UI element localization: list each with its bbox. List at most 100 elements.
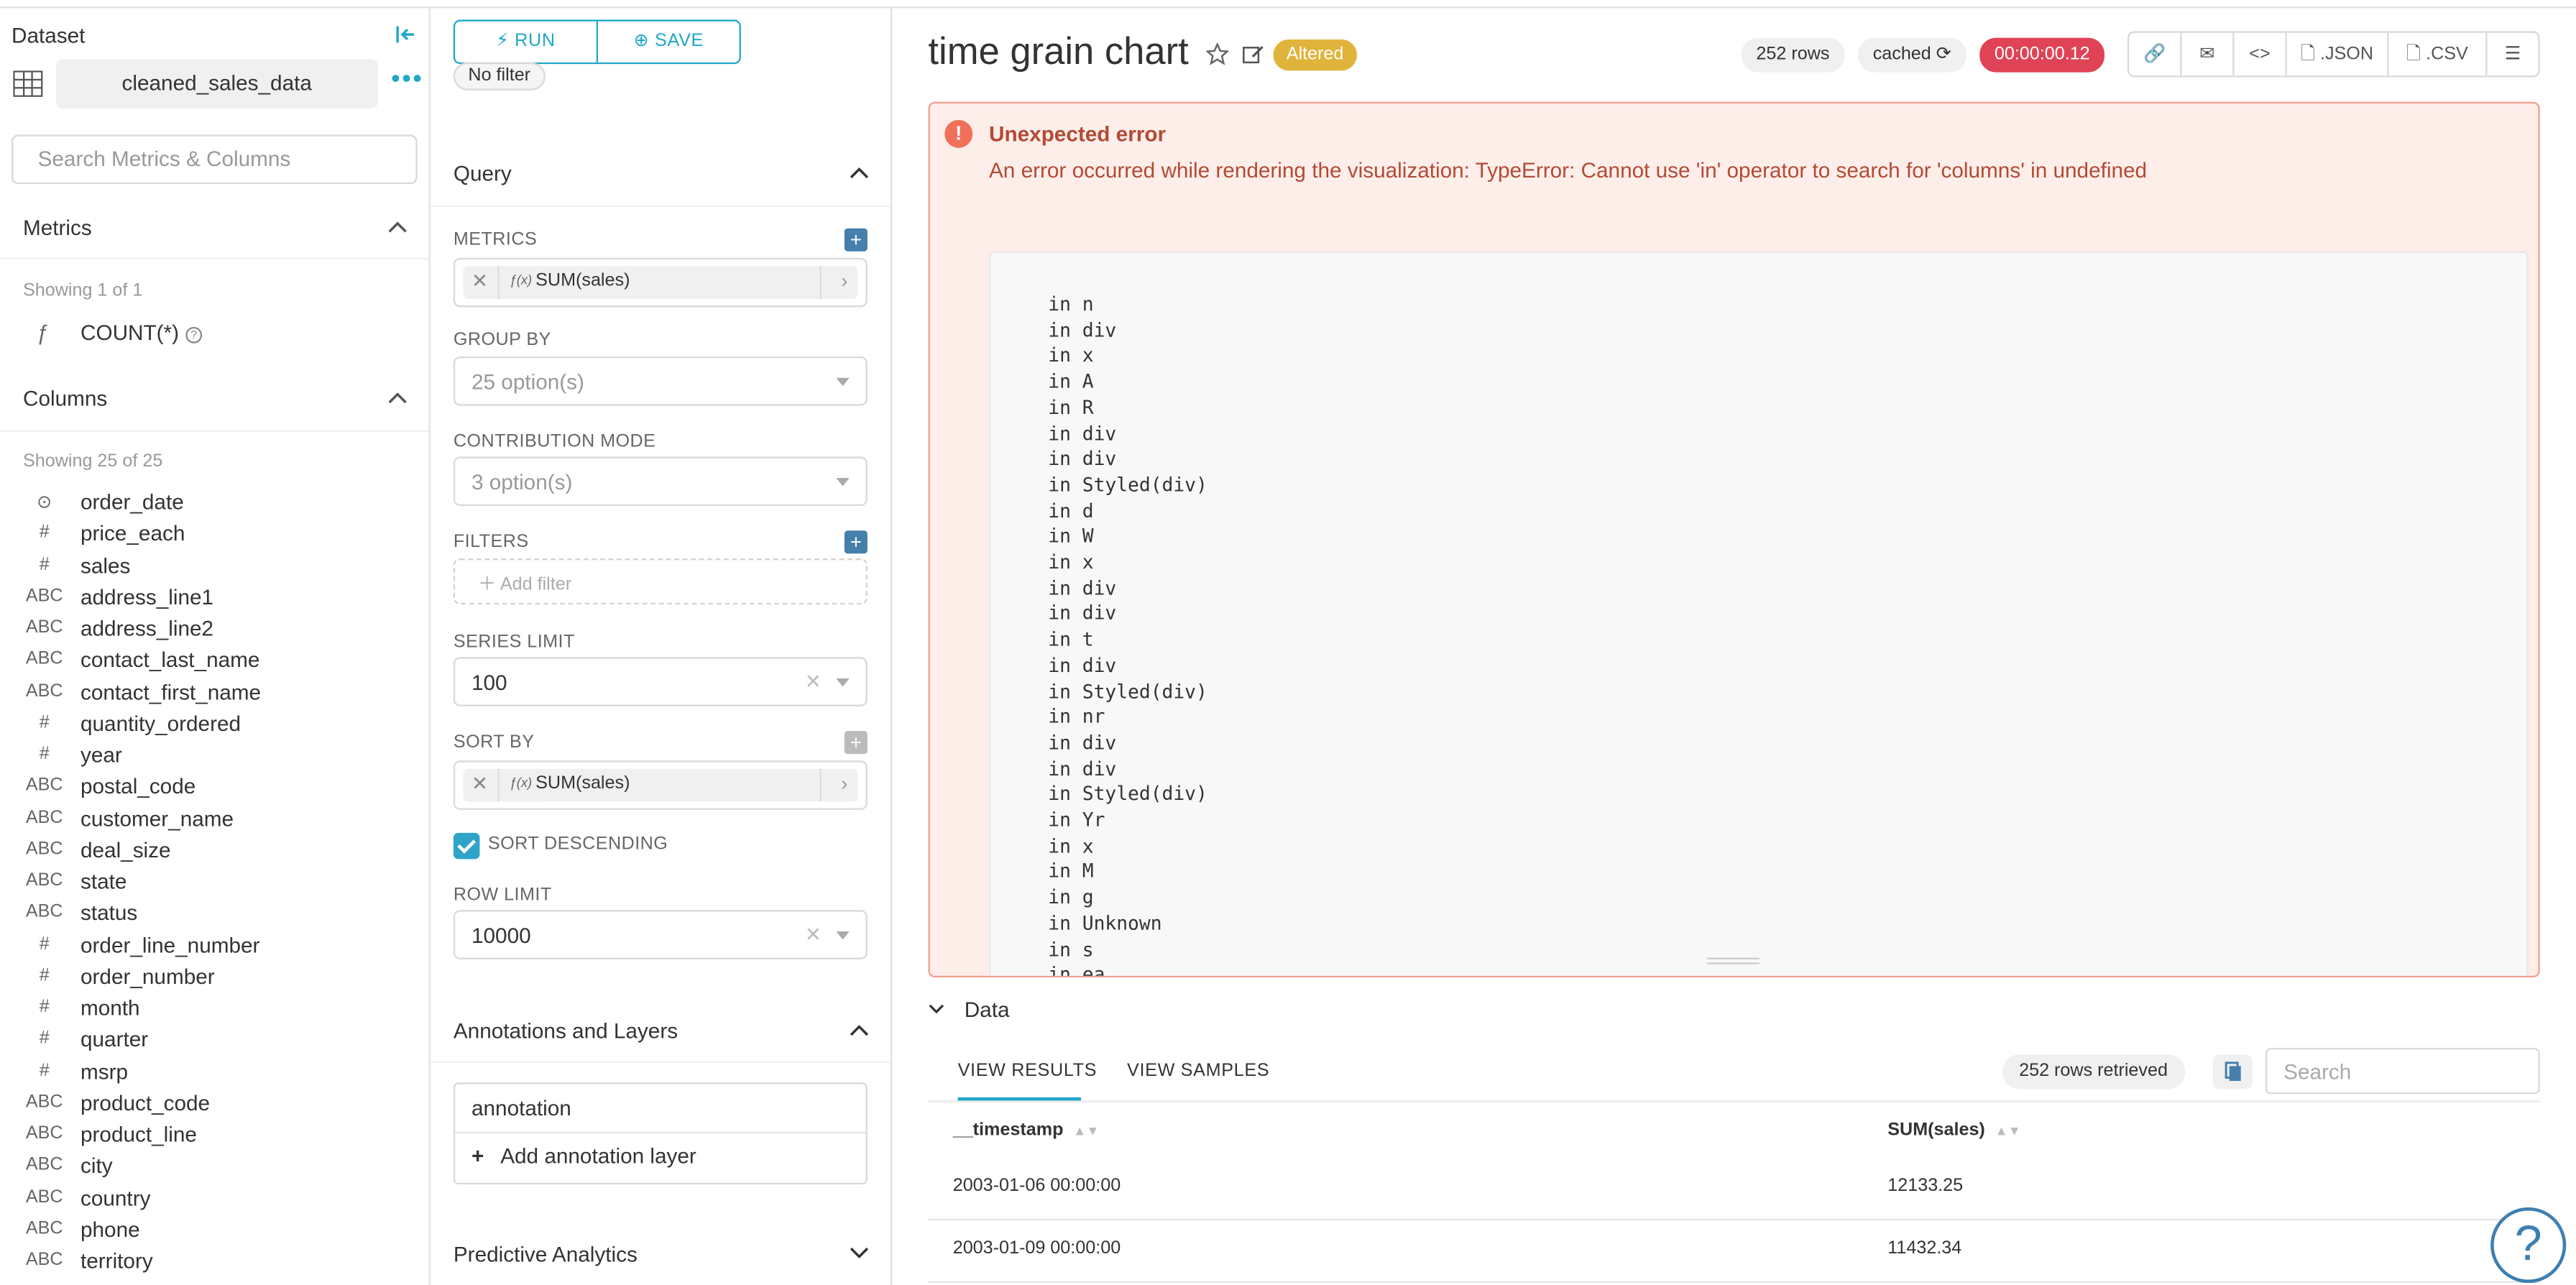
email-icon[interactable]: ✉: [2181, 32, 2235, 76]
column-item[interactable]: ABC deal_size: [0, 836, 429, 867]
dataset-name[interactable]: cleaned_sales_data: [55, 59, 378, 109]
chevron-up-icon[interactable]: [850, 1023, 869, 1036]
data-section-heading[interactable]: Data: [965, 997, 1010, 1021]
chevron-down-icon[interactable]: [928, 1000, 944, 1017]
column-item[interactable]: # month: [0, 994, 429, 1026]
column-item[interactable]: ABC status: [0, 899, 429, 931]
column-item[interactable]: ABC product_line: [0, 1120, 429, 1152]
column-header[interactable]: __timestamp ▲▼: [953, 1120, 1100, 1140]
column-item[interactable]: ABC contact_first_name: [0, 678, 429, 709]
series-limit-value: 100: [471, 670, 507, 695]
star-icon[interactable]: [1205, 42, 1229, 65]
contribution-select[interactable]: 3 option(s): [453, 456, 868, 506]
tab-view-samples[interactable]: VIEW SAMPLES: [1127, 1061, 1269, 1081]
search-metrics-columns-input[interactable]: Search Metrics & Columns: [11, 134, 418, 184]
dataset-panel-title: Dataset: [11, 22, 86, 48]
save-button[interactable]: ⊕ SAVE: [596, 21, 740, 63]
sort-icon[interactable]: ▲▼: [1073, 1123, 1099, 1138]
column-item[interactable]: ABC phone: [0, 1215, 429, 1247]
edit-icon[interactable]: [1242, 42, 1265, 65]
no-filter-badge[interactable]: No filter: [453, 62, 546, 91]
resize-handle[interactable]: [1706, 957, 1760, 964]
table-row[interactable]: 2003-01-09 00:00:00 11432.34: [928, 1220, 2540, 1284]
column-item[interactable]: ABC contact_last_name: [0, 646, 429, 678]
column-type-icon: ⊙: [37, 492, 52, 513]
help-icon[interactable]: ?: [2490, 1207, 2567, 1284]
column-header[interactable]: SUM(sales) ▲▼: [1887, 1120, 2020, 1140]
column-item[interactable]: ⊙ order_date: [0, 488, 429, 520]
altered-badge[interactable]: Altered: [1273, 39, 1357, 71]
query-section-heading[interactable]: Query: [454, 161, 512, 185]
menu-icon[interactable]: ☰: [2488, 33, 2539, 75]
more-options-icon[interactable]: •••: [391, 65, 423, 95]
metric-pill[interactable]: ✕ ƒ(x) SUM(sales) ›: [463, 266, 858, 299]
column-item[interactable]: ABC customer_name: [0, 804, 429, 836]
column-item[interactable]: # order_number: [0, 962, 429, 994]
column-item[interactable]: ABC product_code: [0, 1089, 429, 1120]
clear-icon[interactable]: ✕: [805, 924, 822, 947]
cached-badge[interactable]: cached ⟳: [1858, 37, 1966, 73]
chevron-up-icon[interactable]: [387, 220, 407, 233]
groupby-select[interactable]: 25 option(s): [453, 356, 868, 406]
column-item[interactable]: # order_line_number: [0, 931, 429, 962]
chevron-right-icon[interactable]: ›: [841, 270, 847, 293]
annotation-item[interactable]: annotation: [455, 1084, 866, 1134]
column-item[interactable]: # year: [0, 741, 429, 773]
column-item[interactable]: ABC address_line2: [0, 614, 429, 646]
column-item[interactable]: # price_each: [0, 520, 429, 551]
export-json-button[interactable]: 🗋 .JSON: [2287, 32, 2389, 76]
column-type-icon: ABC: [25, 1187, 63, 1207]
add-annotation-layer-button[interactable]: + Add annotation layer: [455, 1133, 865, 1183]
help-icon[interactable]: ?: [185, 326, 202, 344]
column-item[interactable]: # quantity_ordered: [0, 709, 429, 741]
add-filter-button[interactable]: ＋ Add filter: [453, 558, 868, 605]
series-limit-select[interactable]: 100 ✕: [453, 657, 868, 706]
sort-icon[interactable]: ▲▼: [1995, 1123, 2021, 1138]
export-csv-button[interactable]: 🗋 .CSV: [2388, 32, 2488, 76]
column-name: phone: [80, 1217, 140, 1242]
remove-icon[interactable]: ✕: [472, 772, 488, 795]
table-row[interactable]: 2003-01-06 00:00:00 12133.25: [928, 1158, 2540, 1221]
sort-pill[interactable]: ✕ ƒ(x) SUM(sales) ›: [463, 768, 858, 802]
sort-descending-checkbox[interactable]: [453, 832, 480, 860]
run-button[interactable]: ⚡ RUN: [455, 22, 597, 63]
column-item[interactable]: ABC city: [0, 1152, 429, 1184]
chevron-up-icon[interactable]: [387, 391, 407, 404]
column-item[interactable]: ABC state: [0, 867, 429, 899]
clear-icon[interactable]: ✕: [805, 671, 822, 694]
code-icon[interactable]: <>: [2235, 32, 2287, 76]
data-search-input[interactable]: Search: [2265, 1048, 2540, 1095]
column-item[interactable]: # quarter: [0, 1026, 429, 1057]
column-item[interactable]: ABC address_line1: [0, 583, 429, 614]
column-item[interactable]: # msrp: [0, 1057, 429, 1089]
add-sort-icon[interactable]: +: [844, 731, 868, 755]
copy-icon[interactable]: [2212, 1054, 2253, 1090]
link-icon[interactable]: 🔗: [2129, 32, 2182, 76]
chart-title[interactable]: time grain chart: [928, 29, 1188, 74]
add-filter-icon[interactable]: +: [844, 530, 868, 554]
chevron-up-icon[interactable]: [850, 166, 869, 179]
column-item[interactable]: ABC country: [0, 1184, 429, 1215]
stack-line: in d: [1048, 498, 1094, 522]
stack-trace: in n in div in x in Ain Rin div in div in Sty…: [988, 251, 2529, 976]
columns-section-heading[interactable]: Columns: [23, 386, 107, 410]
column-name: price_each: [80, 521, 185, 546]
metrics-section-heading[interactable]: Metrics: [23, 215, 92, 239]
row-limit-select[interactable]: 10000 ✕: [453, 910, 868, 959]
chevron-down-icon[interactable]: [850, 1247, 869, 1260]
column-item[interactable]: ABC territory: [0, 1247, 429, 1279]
column-type-icon: #: [39, 934, 50, 954]
column-item[interactable]: # sales: [0, 551, 429, 583]
column-item[interactable]: ABC postal_code: [0, 773, 429, 804]
tab-view-results[interactable]: VIEW RESULTS: [958, 1061, 1098, 1081]
collapse-panel-icon[interactable]: [395, 23, 418, 46]
predictive-section-heading[interactable]: Predictive Analytics: [454, 1242, 638, 1266]
stack-line: in s: [1048, 937, 1094, 961]
chevron-right-icon[interactable]: ›: [841, 772, 847, 795]
file-icon: 🗋: [2300, 44, 2315, 65]
add-metric-icon[interactable]: +: [844, 228, 868, 252]
column-type-icon: ABC: [25, 1218, 63, 1238]
annotations-section-heading[interactable]: Annotations and Layers: [454, 1018, 678, 1043]
remove-icon[interactable]: ✕: [472, 270, 488, 293]
caret-down-icon: [836, 478, 850, 487]
